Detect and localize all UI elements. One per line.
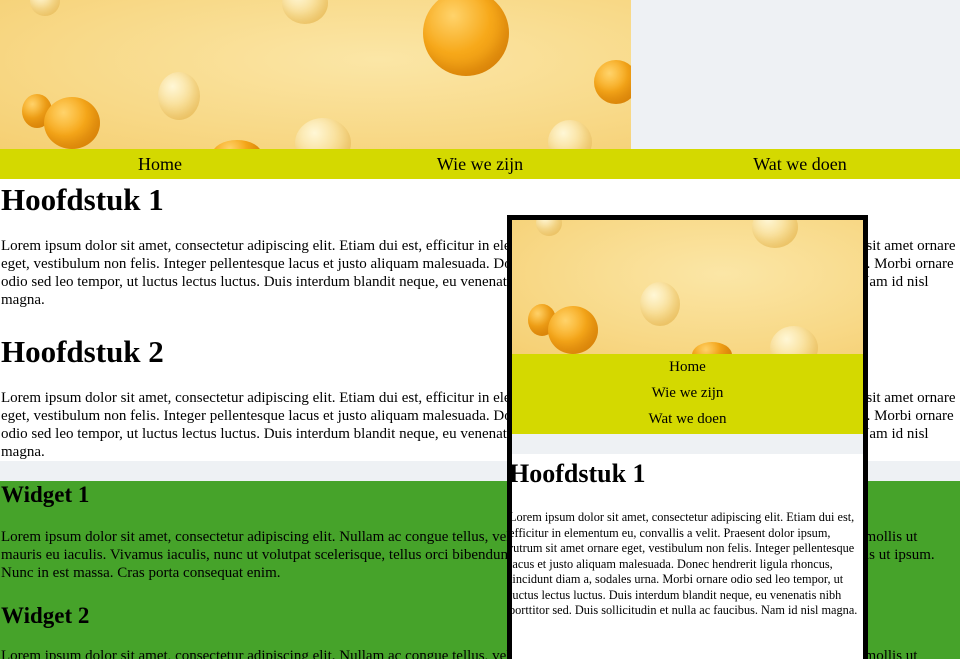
cheese-bubble bbox=[594, 60, 631, 104]
cheese-bubble bbox=[30, 0, 60, 16]
mobile-nav: Home Wie we zijn Wat we doen bbox=[512, 354, 863, 434]
mobile-main-content: Hoofdstuk 1 Lorem ipsum dolor sit amet, … bbox=[512, 454, 863, 659]
page: Home Wie we zijn Wat we doen Hoofdstuk 1… bbox=[0, 0, 960, 659]
cheese-bubble bbox=[640, 282, 680, 326]
cheese-bubble bbox=[752, 220, 798, 248]
cheese-bubble bbox=[282, 0, 328, 24]
cheese-bubble bbox=[548, 306, 598, 354]
cheese-bubble bbox=[692, 342, 732, 354]
cheese-bubble bbox=[548, 120, 592, 149]
mobile-hero-image bbox=[512, 220, 863, 354]
main-nav: Home Wie we zijn Wat we doen bbox=[0, 149, 960, 179]
nav-item-home[interactable]: Home bbox=[0, 154, 320, 175]
mobile-nav-item-wat-we-doen[interactable]: Wat we doen bbox=[512, 406, 863, 432]
mobile-section-gap bbox=[512, 434, 863, 454]
cheese-bubble bbox=[536, 220, 562, 236]
cheese-bubble bbox=[212, 140, 262, 149]
nav-item-wie-we-zijn[interactable]: Wie we zijn bbox=[320, 154, 640, 175]
mobile-nav-item-home[interactable]: Home bbox=[512, 354, 863, 380]
widget-heading: Widget 2 bbox=[1, 603, 90, 628]
hero-banner-image bbox=[0, 0, 631, 149]
section-heading: Hoofdstuk 2 bbox=[1, 334, 164, 369]
mobile-section-heading: Hoofdstuk 1 bbox=[509, 459, 646, 488]
mobile-nav-item-wie-we-zijn[interactable]: Wie we zijn bbox=[512, 380, 863, 406]
nav-item-wat-we-doen[interactable]: Wat we doen bbox=[640, 154, 960, 175]
cheese-bubble bbox=[44, 97, 100, 149]
mobile-section-paragraph: Lorem ipsum dolor sit amet, consectetur … bbox=[509, 510, 858, 617]
hero-empty-area bbox=[631, 0, 960, 149]
cheese-bubble bbox=[423, 0, 509, 76]
mobile-preview-frame: Home Wie we zijn Wat we doen Hoofdstuk 1… bbox=[507, 215, 868, 659]
cheese-bubble bbox=[295, 118, 351, 149]
cheese-bubble bbox=[158, 72, 200, 120]
section-heading: Hoofdstuk 1 bbox=[1, 182, 164, 217]
widget-heading: Widget 1 bbox=[1, 482, 90, 507]
cheese-bubble bbox=[770, 326, 818, 354]
